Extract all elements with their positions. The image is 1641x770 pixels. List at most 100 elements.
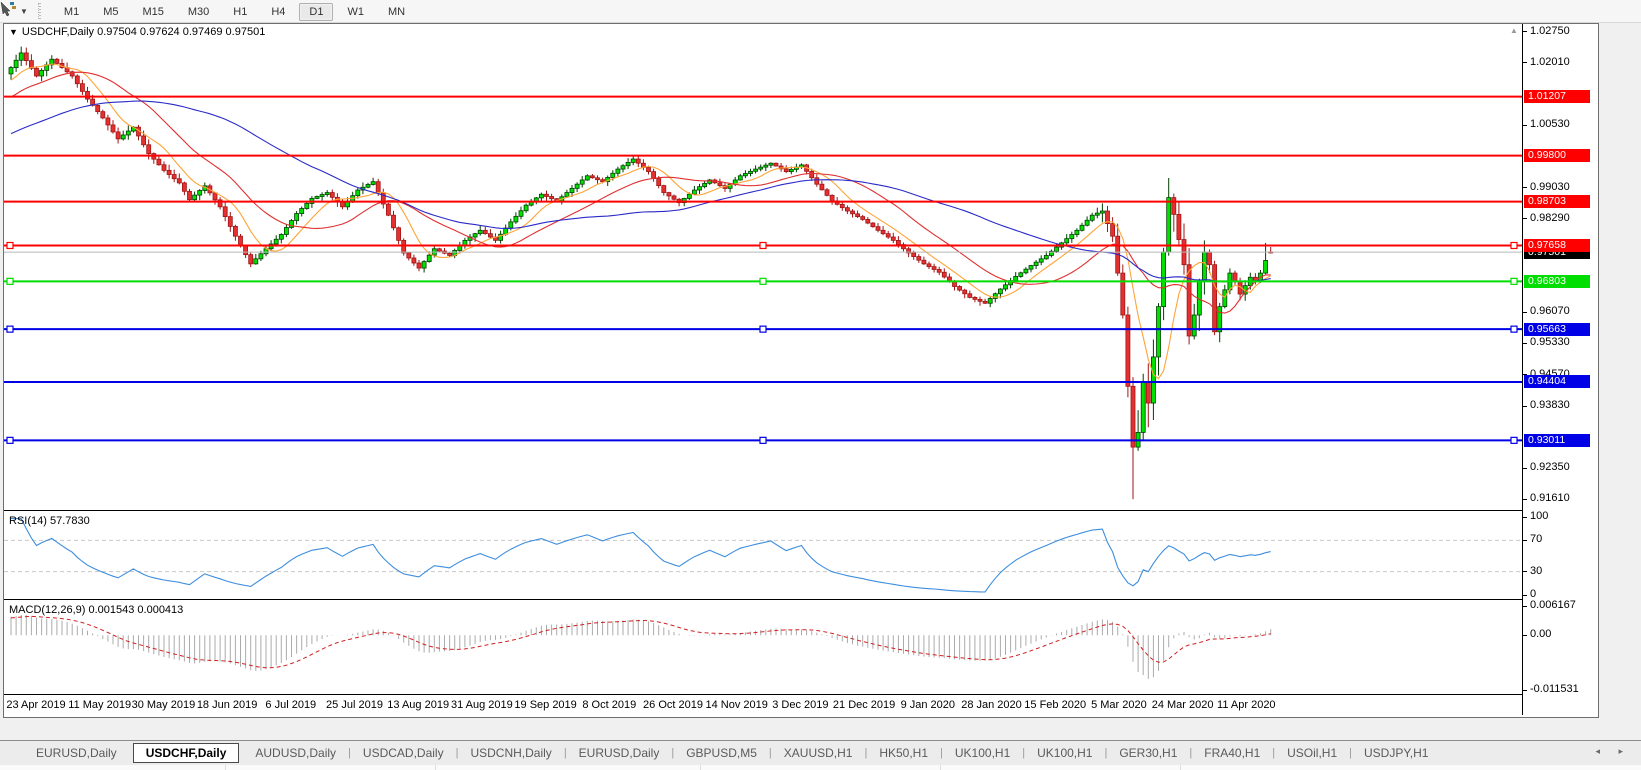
macd-histogram <box>10 614 1272 679</box>
hline-price-label-0.93011: 0.93011 <box>1524 433 1590 447</box>
price-tick-label: 0.92350 <box>1530 461 1570 474</box>
chart-tab-UK100-H1[interactable]: UK100,H1 <box>945 743 1020 763</box>
rsi-tick-mark <box>1523 539 1527 541</box>
status-divider <box>1180 765 1181 770</box>
price-tick-label: 0.99030 <box>1530 180 1570 193</box>
tab-separator: | <box>455 747 459 759</box>
macd-tick-mark <box>1523 689 1527 691</box>
hline-handle[interactable] <box>1510 325 1518 333</box>
time-axis-label: 25 Jul 2019 <box>326 699 383 711</box>
price-tick-mark <box>1523 467 1527 469</box>
hline-price-label-0.97658: 0.97658 <box>1524 238 1590 252</box>
tool-dropdown-icon[interactable]: ▼ <box>20 7 28 16</box>
chart-tab-USDCAD-Daily[interactable]: USDCAD,Daily <box>353 743 454 763</box>
time-axis-label: 5 Mar 2020 <box>1091 699 1147 711</box>
hline-handle[interactable] <box>759 436 767 444</box>
timeframe-button-W1[interactable]: W1 <box>337 3 374 21</box>
chart-tab-AUDUSD-Daily[interactable]: AUDUSD,Daily <box>245 743 346 763</box>
tab-separator: | <box>1272 747 1276 759</box>
toolbar-tool-group: ▼ <box>0 0 34 22</box>
time-axis-label: 31 Aug 2019 <box>450 699 513 711</box>
time-axis-label: 18 Jun 2019 <box>196 699 258 711</box>
time-axis-label: 9 Jan 2020 <box>900 699 956 711</box>
macd-tick-label: 0.006167 <box>1530 599 1576 611</box>
rsi-label: RSI(14) 57.7830 <box>9 515 90 527</box>
status-divider <box>940 765 941 770</box>
chart-dropdown-icon[interactable]: ▼ <box>9 27 18 37</box>
hline-handle[interactable] <box>1510 277 1518 285</box>
tab-separator: | <box>1189 747 1193 759</box>
price-tick-label: 1.02010 <box>1530 55 1570 68</box>
price-tick-label: 0.95330 <box>1530 336 1570 349</box>
macd-panel[interactable]: MACD(12,26,9) 0.001543 0.000413 <box>4 602 1522 694</box>
chart-tab-EURUSD-Daily[interactable]: EURUSD,Daily <box>569 743 670 763</box>
timeframe-button-H4[interactable]: H4 <box>261 3 295 21</box>
chart-tab-USDCHF-Daily[interactable]: USDCHF,Daily <box>132 743 240 763</box>
hline-price-label-0.99800: 0.99800 <box>1524 149 1590 163</box>
hline-handle[interactable] <box>6 277 14 285</box>
chart-tab-XAUUSD-H1[interactable]: XAUUSD,H1 <box>774 743 863 763</box>
chart-tab-GBPUSD-M5[interactable]: GBPUSD,M5 <box>676 743 767 763</box>
timeframe-button-M30[interactable]: M30 <box>178 3 219 21</box>
macd-tick-label: 0.00 <box>1530 628 1552 641</box>
rsi-panel[interactable]: RSI(14) 57.7830 <box>4 513 1522 599</box>
hline-price-label-0.95663: 0.95663 <box>1524 322 1590 336</box>
chart-tab-UK100-H1[interactable]: UK100,H1 <box>1027 743 1102 763</box>
price-axis[interactable]: 1.02750 1.02010 1.00530 0.99030 0.98290 0.960… <box>1522 24 1598 715</box>
price-tick-mark <box>1523 31 1527 33</box>
hline-handle[interactable] <box>1510 436 1518 444</box>
time-axis-label: 19 Sep 2019 <box>514 699 577 711</box>
hline-handle[interactable] <box>759 325 767 333</box>
price-tick-label: 1.02750 <box>1530 24 1570 37</box>
time-axis-label: 28 Jan 2020 <box>961 699 1022 711</box>
chart-tab-HK50-H1[interactable]: HK50,H1 <box>869 743 938 763</box>
timeframe-button-D1[interactable]: D1 <box>299 3 334 21</box>
timeframe-button-M1[interactable]: M1 <box>54 3 89 21</box>
candles-group <box>8 46 1274 500</box>
chart-tab-FRA40-H1[interactable]: FRA40,H1 <box>1194 743 1270 763</box>
time-axis-label: 11 May 2019 <box>68 699 132 711</box>
main-chart-panel[interactable]: ▼ USDCHF,Daily 0.97504 0.97624 0.97469 0.… <box>4 24 1522 510</box>
price-tick-mark <box>1523 405 1527 407</box>
tab-scroll-arrows[interactable]: ◂ ▸ <box>1595 746 1631 757</box>
time-axis-label: 11 Apr 2020 <box>1217 699 1276 711</box>
tab-separator: | <box>348 747 351 759</box>
timeframe-button-M5[interactable]: M5 <box>93 3 128 21</box>
chart-tab-GER30-H1[interactable]: GER30,H1 <box>1109 743 1187 763</box>
chart-tab-EURUSD-Daily[interactable]: EURUSD,Daily <box>26 743 127 763</box>
timeframe-button-H1[interactable]: H1 <box>223 3 257 21</box>
price-tick-mark <box>1523 311 1527 313</box>
status-divider <box>700 765 701 770</box>
hline-handle[interactable] <box>759 277 767 285</box>
chart-tab-USDJPY-H1[interactable]: USDJPY,H1 <box>1354 743 1438 763</box>
hline-handle[interactable] <box>6 436 14 444</box>
toolbar-drag-handle[interactable] <box>37 3 44 19</box>
timeframe-button-M15[interactable]: M15 <box>132 3 173 21</box>
hline-handle[interactable] <box>759 241 767 250</box>
rsi-tick-label: 100 <box>1530 510 1549 522</box>
hline-price-label-0.94404: 0.94404 <box>1524 375 1590 389</box>
macd-tick-mark <box>1523 605 1527 607</box>
timeframe-button-MN[interactable]: MN <box>378 3 415 21</box>
main-chart-canvas[interactable] <box>4 24 1522 510</box>
scroll-to-end-icon[interactable]: ▲ <box>1510 26 1518 35</box>
plot-column: ▼ USDCHF,Daily 0.97504 0.97624 0.97469 0.… <box>4 24 1522 716</box>
time-axis-label: 26 Oct 2019 <box>643 699 703 711</box>
time-axis[interactable]: 23 Apr 2019 11 May 2019 30 May 2019 18 Jun … <box>4 694 1522 716</box>
macd-tick-mark <box>1523 634 1527 636</box>
time-axis-label: 14 Nov 2019 <box>705 699 768 711</box>
chart-tab-USOil-H1[interactable]: USOil,H1 <box>1277 743 1347 763</box>
time-axis-label: 15 Feb 2020 <box>1024 699 1087 711</box>
chart-tab-USDCNH-Daily[interactable]: USDCNH,Daily <box>460 743 561 763</box>
price-tick-label: 1.00530 <box>1530 118 1570 131</box>
price-tick-mark <box>1523 218 1527 220</box>
rsi-tick-label: 70 <box>1530 533 1543 546</box>
price-tick-mark <box>1523 62 1527 64</box>
drawing-tool-icon[interactable] <box>0 0 17 22</box>
hline-handle[interactable] <box>1510 241 1518 250</box>
hline-handle[interactable] <box>6 241 14 250</box>
hline-handle[interactable] <box>6 325 14 333</box>
tab-separator: | <box>1022 747 1026 759</box>
time-axis-label: 3 Dec 2019 <box>772 699 829 711</box>
tab-separator: | <box>1104 747 1108 759</box>
